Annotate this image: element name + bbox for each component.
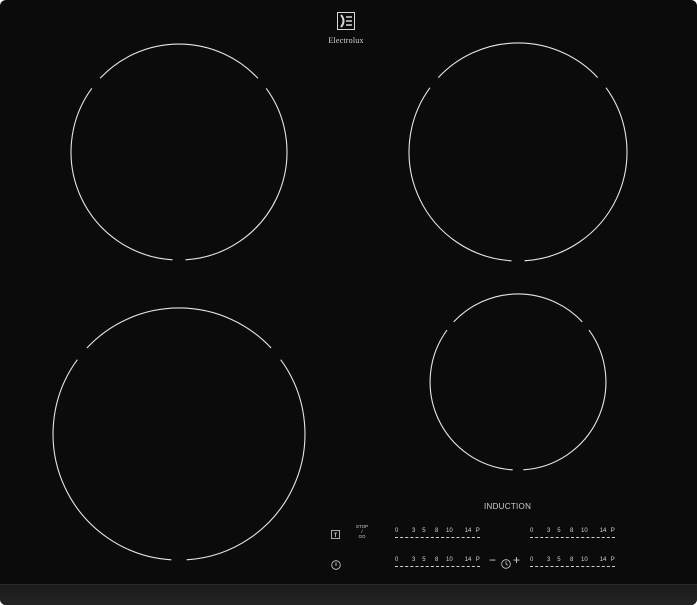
key-lock-icon xyxy=(331,530,340,539)
slider-scale-label: 8 xyxy=(434,557,439,563)
slider-scale: 0 3 5 8 10 14 P xyxy=(395,557,480,565)
zone-ring-segment xyxy=(70,87,173,261)
power-slider-front-left[interactable]: 0 3 5 8 10 14 P xyxy=(395,528,480,542)
zone-ring-segment xyxy=(524,87,628,262)
slider-scale-label: 14 xyxy=(599,528,607,534)
slider-scale-label: 5 xyxy=(422,528,426,534)
zone-ring-segment xyxy=(99,43,259,79)
slider-scale-label: 8 xyxy=(434,528,439,534)
slider-scale-label: 8 xyxy=(569,557,574,563)
slider-scale-label: P xyxy=(475,528,480,534)
slider-track xyxy=(395,566,480,567)
slider-scale-label: 14 xyxy=(464,557,472,563)
zone-ring-segment xyxy=(523,329,607,471)
slider-scale-label: 10 xyxy=(446,528,453,534)
brand-logo: Electrolux xyxy=(311,12,381,45)
slider-scale-label: 14 xyxy=(599,557,607,563)
brand-name: Electrolux xyxy=(328,36,364,45)
slider-scale-label: 0 xyxy=(530,557,534,563)
slider-scale-label: P xyxy=(475,557,480,563)
slider-scale-label: 3 xyxy=(412,528,416,534)
slider-scale-label: 5 xyxy=(422,557,426,563)
zone-ring-segment xyxy=(429,329,513,471)
slider-scale-label: 10 xyxy=(446,557,453,563)
zone-ring-segment xyxy=(86,307,272,349)
slider-scale-label: 0 xyxy=(395,557,399,563)
induction-label: INDUCTION xyxy=(484,502,532,511)
zone-ring-segment xyxy=(186,359,306,561)
key-lock-button[interactable] xyxy=(331,526,340,544)
cooking-zones xyxy=(52,42,628,561)
slider-scale-label: 5 xyxy=(557,528,561,534)
slider-scale-label: 10 xyxy=(581,528,588,534)
timer-button[interactable] xyxy=(501,556,511,574)
slider-scale: 0 3 5 8 10 14 P xyxy=(395,528,480,536)
slider-scale-label: P xyxy=(610,528,615,534)
slider-scale: 0 3 5 8 10 14 P xyxy=(530,528,615,536)
slider-track xyxy=(530,566,615,567)
cooking-zone-rear-right xyxy=(408,42,628,262)
slider-scale-label: 14 xyxy=(464,528,472,534)
electrolux-logo-icon xyxy=(337,12,355,30)
power-button[interactable] xyxy=(331,557,341,575)
slider-scale: 0 3 5 8 10 14 P xyxy=(530,557,615,565)
timer-plus-button[interactable]: + xyxy=(513,554,520,566)
slider-scale-label: 10 xyxy=(581,557,588,563)
timer-icon xyxy=(501,559,511,569)
cooking-zone-front-left xyxy=(52,307,306,561)
zone-ring-segment xyxy=(437,42,599,78)
power-icon xyxy=(331,560,341,570)
slider-scale-label: 0 xyxy=(530,528,534,534)
power-slider-rear-right[interactable]: 0 3 5 8 10 14 P xyxy=(530,528,615,542)
slider-scale-label: 0 xyxy=(395,528,399,534)
stop-go-button[interactable]: STOP / GO xyxy=(352,524,372,539)
timer-minus-button[interactable]: − xyxy=(489,554,496,566)
hob-front-edge xyxy=(0,584,697,605)
cooking-zone-rear-left xyxy=(70,43,288,261)
zone-ring-segment xyxy=(52,359,172,561)
slider-scale-label: 8 xyxy=(569,528,574,534)
zone-ring-segment xyxy=(408,87,512,262)
induction-hob: Electrolux INDUCTION STOP / GO 0 3 5 8 10 14 P 0… xyxy=(0,0,697,605)
zone-ring-segment xyxy=(453,293,583,323)
cooking-zone-front-right xyxy=(429,293,607,471)
slider-scale-label: P xyxy=(610,557,615,563)
slider-scale-label: 3 xyxy=(547,528,551,534)
slider-track xyxy=(395,537,480,538)
zone-ring-segment xyxy=(185,87,288,261)
slider-track xyxy=(530,537,615,538)
power-slider-rear-left[interactable]: 0 3 5 8 10 14 P xyxy=(395,557,480,571)
slider-scale-label: 3 xyxy=(547,557,551,563)
stop-go-label: STOP / GO xyxy=(355,524,369,539)
power-slider-front-right[interactable]: 0 3 5 8 10 14 P xyxy=(530,557,615,571)
slider-scale-label: 5 xyxy=(557,557,561,563)
slider-scale-label: 3 xyxy=(412,557,416,563)
